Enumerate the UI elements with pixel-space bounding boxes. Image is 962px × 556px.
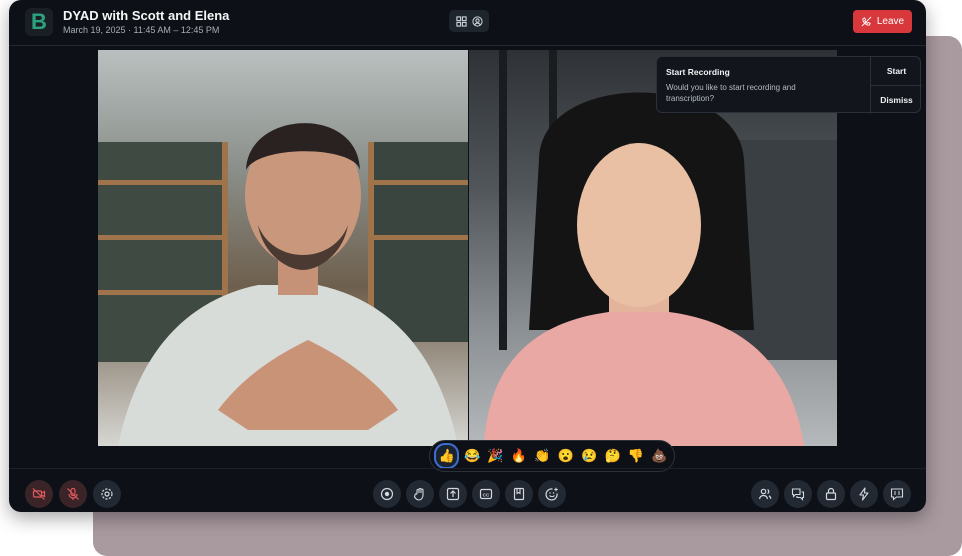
participants-button[interactable] [751,480,779,508]
start-recording-button[interactable]: Start [871,57,922,85]
record-icon [380,487,394,501]
notes-button[interactable] [505,480,533,508]
raise-hand-button[interactable] [406,480,434,508]
chat-button[interactable] [784,480,812,508]
reaction-poop[interactable]: 💩 [649,445,670,467]
transcript-button[interactable] [883,480,911,508]
lightning-icon [859,487,869,501]
recording-prompt-description: Would you like to start recording and tr… [666,83,796,103]
lock-meeting-button[interactable] [817,480,845,508]
share-screen-icon [446,487,460,501]
reaction-fire[interactable]: 🔥 [508,445,529,467]
reaction-surprised[interactable]: 😮 [555,445,576,467]
users-icon [758,488,772,500]
settings-button[interactable] [93,480,121,508]
mic-off-icon [67,487,79,500]
reactions-button[interactable] [538,480,566,508]
participant-tile-scott[interactable] [98,50,468,446]
mic-toggle-button[interactable] [59,480,87,508]
transcript-icon [890,488,904,501]
captions-button[interactable]: CC [472,480,500,508]
recording-prompt-title: Start Recording [666,67,730,77]
meeting-title: DYAD with Scott and Elena [63,8,230,23]
chat-icon [791,488,805,501]
reaction-thumbs-up[interactable]: 👍 [434,443,460,469]
phone-hangup-icon [861,16,872,27]
leave-label: Leave [876,16,905,27]
emoji-add-icon [545,487,558,501]
reaction-laughing[interactable]: 😂 [461,445,482,467]
reaction-clap[interactable]: 👏 [532,445,553,467]
share-screen-button[interactable] [439,480,467,508]
gear-icon [101,488,113,500]
closed-captions-icon: CC [479,488,493,500]
lock-icon [825,487,837,501]
notebook-icon [513,487,525,501]
bottom-toolbar: CC [9,468,926,512]
actions-button[interactable] [850,480,878,508]
view-toggle[interactable] [449,10,489,32]
hand-icon [413,487,424,501]
speaker-view-icon[interactable] [471,15,483,27]
camera-toggle-button[interactable] [25,480,53,508]
camera-off-icon [32,488,46,500]
app-logo: B [25,8,53,36]
record-button[interactable] [373,480,401,508]
participant-scott-figure [118,123,458,446]
grid-view-icon[interactable] [455,15,467,27]
top-bar: B DYAD with Scott and Elena March 19, 20… [9,0,926,44]
svg-text:CC: CC [483,492,490,497]
leave-button[interactable]: Leave [853,10,912,33]
reaction-sad[interactable]: 😢 [578,445,599,467]
meeting-time: March 19, 2025 · 11:45 AM – 12:45 PM [63,25,220,35]
dismiss-recording-button[interactable]: Dismiss [871,86,922,114]
meeting-window: B DYAD with Scott and Elena March 19, 20… [9,0,926,512]
reaction-thumbs-down[interactable]: 👎 [625,445,646,467]
reaction-thinking[interactable]: 🤔 [602,445,623,467]
header-divider [9,45,926,46]
reaction-party[interactable]: 🎉 [485,445,506,467]
recording-prompt: Start Recording Would you like to start … [656,56,922,114]
logo-letter: B [31,9,47,34]
